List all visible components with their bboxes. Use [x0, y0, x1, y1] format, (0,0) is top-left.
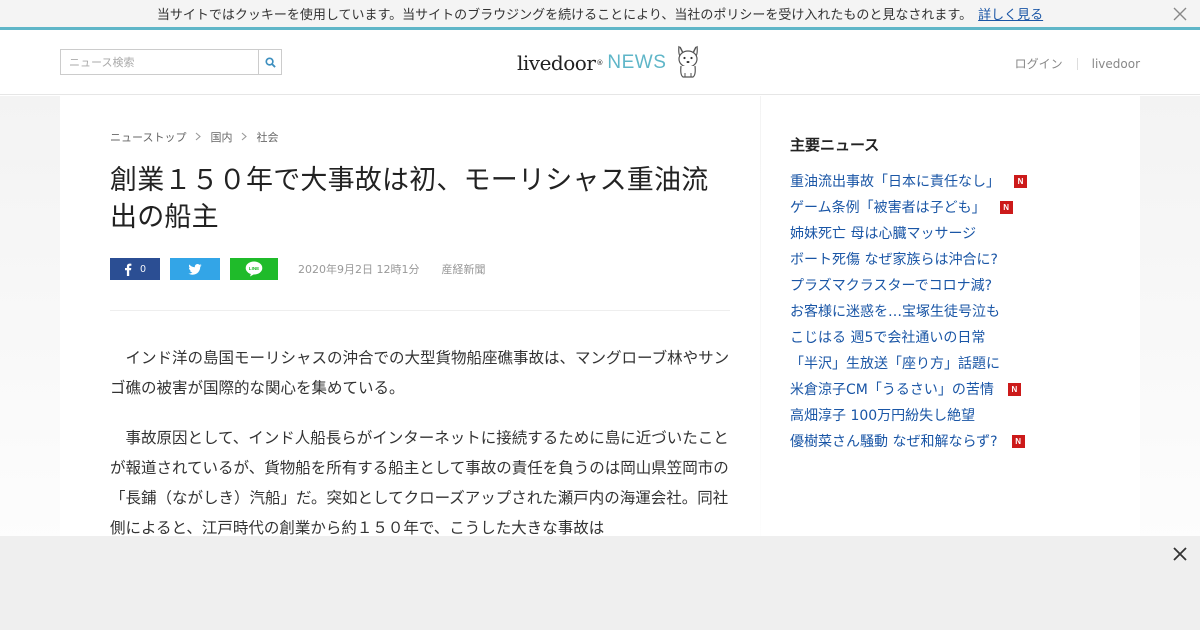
search-input[interactable]: [60, 49, 258, 75]
facebook-share-count: 0: [140, 263, 146, 275]
main-news-list: 重油流出事故「日本に責任なし」 N ゲーム条例「被害者は子ども」 N 姉妹死亡 母は心臓…: [790, 168, 1112, 454]
site-logo[interactable]: livedoor ® NEWS: [517, 43, 702, 83]
twitter-share-button[interactable]: [170, 258, 220, 280]
facebook-icon: [125, 263, 132, 276]
logo-trademark: ®: [596, 59, 604, 67]
article: ニューストップ 国内 社会 創業１５０年で大事故は初、モーリシャス重油流出の船主…: [60, 96, 760, 537]
news-list-item: 高畑淳子 100万円紛失し絶望: [790, 402, 1112, 428]
article-body: インド洋の島国モーリシャスの沖合での大型貨物船座礁事故は、マングローブ林やサンゴ…: [110, 343, 730, 543]
news-list-item: ゲーム条例「被害者は子ども」 N: [790, 194, 1112, 220]
search-form: [60, 49, 282, 75]
news-link[interactable]: 優樹菜さん騒動 なぜ和解ならず?: [790, 431, 998, 451]
share-row: 0 LINE 2020年9月2日 12時1分 産経新聞: [110, 258, 730, 280]
news-link[interactable]: こじはる 週5で会社通いの日常: [790, 327, 985, 347]
article-divider: [110, 310, 730, 311]
news-list-item: お客様に迷惑を…宝塚生徒号泣も: [790, 298, 1112, 324]
chevron-right-icon: [241, 131, 248, 144]
main-news-heading: 主要ニュース: [790, 136, 880, 154]
news-list-item: プラズマクラスターでコロナ減?: [790, 272, 1112, 298]
breadcrumb: ニューストップ 国内 社会: [110, 130, 730, 144]
news-list-item: 重油流出事故「日本に責任なし」 N: [790, 168, 1112, 194]
line-icon-label: LINE: [249, 266, 259, 271]
line-share-button[interactable]: LINE: [230, 258, 278, 280]
breadcrumb-item-domestic[interactable]: 国内: [210, 129, 232, 145]
news-list-item: ボート死傷 なぜ家族らは沖合に?: [790, 246, 1112, 272]
cookie-details-link[interactable]: 詳しく見る: [978, 4, 1043, 23]
header-links: ログイン livedoor: [1015, 55, 1140, 72]
ad-close-icon[interactable]: [1170, 544, 1190, 564]
article-title: 創業１５０年で大事故は初、モーリシャス重油流出の船主: [110, 165, 709, 233]
breadcrumb-item-top[interactable]: ニューストップ: [110, 129, 186, 145]
ad-overlay: [0, 536, 1200, 630]
news-link[interactable]: 高畑淳子 100万円紛失し絶望: [790, 405, 975, 425]
news-list-item: こじはる 週5で会社通いの日常: [790, 324, 1112, 350]
logo-brand: livedoor: [517, 51, 596, 75]
news-link[interactable]: 姉妹死亡 母は心臓マッサージ: [790, 223, 976, 243]
search-button[interactable]: [258, 49, 282, 75]
sidebar-main-news: 主要ニュース 重油流出事故「日本に責任なし」 N ゲーム条例「被害者は子ども」 N 姉妹…: [761, 96, 1140, 536]
new-badge: N: [1014, 174, 1027, 188]
news-link[interactable]: ボート死傷 なぜ家族らは沖合に?: [790, 249, 998, 269]
line-icon: LINE: [245, 261, 263, 277]
chevron-right-icon: [195, 131, 202, 144]
news-list-item: 優樹菜さん騒動 なぜ和解ならず? N: [790, 428, 1112, 454]
news-link[interactable]: 重油流出事故「日本に責任なし」: [790, 171, 1000, 191]
news-link[interactable]: プラズマクラスターでコロナ減?: [790, 275, 992, 295]
new-badge: N: [999, 200, 1013, 214]
logo-news: NEWS: [607, 52, 667, 73]
news-link[interactable]: ゲーム条例「被害者は子ども」: [790, 197, 986, 217]
dog-mascot-icon: [674, 43, 702, 83]
cookie-close-icon[interactable]: [1172, 6, 1188, 22]
news-list-item: 姉妹死亡 母は心臓マッサージ: [790, 220, 1112, 246]
search-icon: [264, 56, 276, 68]
new-badge: N: [1007, 382, 1021, 396]
login-link[interactable]: ログイン: [1015, 55, 1063, 72]
facebook-share-button[interactable]: 0: [110, 258, 160, 280]
news-list-item: 「半沢」生放送「座り方」話題に: [790, 350, 1112, 376]
article-paragraph: 事故原因として、インド人船長らがインターネットに接続するために島に近づいたことが…: [110, 429, 729, 537]
article-paragraph: インド洋の島国モーリシャスの沖合での大型貨物船座礁事故は、マングローブ林やサンゴ…: [110, 349, 730, 397]
site-header: livedoor® NEWS ログイン livedoor: [0, 33, 1200, 95]
twitter-icon: [188, 263, 202, 275]
cookie-message: 当サイトではクッキーを使用しています。当サイトのブラウジングを続けることにより、…: [156, 8, 973, 23]
article-source[interactable]: 産経新聞: [441, 261, 485, 277]
breadcrumb-item-society[interactable]: 社会: [256, 129, 278, 145]
news-link[interactable]: お客様に迷惑を…宝塚生徒号泣も: [790, 301, 1000, 321]
cookie-banner: 当サイトではクッキーを使用しています。当サイトのブラウジングを続けることにより、…: [0, 0, 1200, 30]
new-badge: N: [1011, 434, 1025, 448]
news-link[interactable]: 米倉涼子CM「うるさい」の苦情: [790, 379, 994, 399]
livedoor-link[interactable]: livedoor: [1092, 57, 1140, 71]
news-link[interactable]: 「半沢」生放送「座り方」話題に: [790, 353, 1000, 373]
header-divider: [1076, 57, 1078, 70]
news-list-item: 米倉涼子CM「うるさい」の苦情 N: [790, 376, 1112, 402]
article-date: 2020年9月2日 12時1分: [298, 263, 420, 276]
